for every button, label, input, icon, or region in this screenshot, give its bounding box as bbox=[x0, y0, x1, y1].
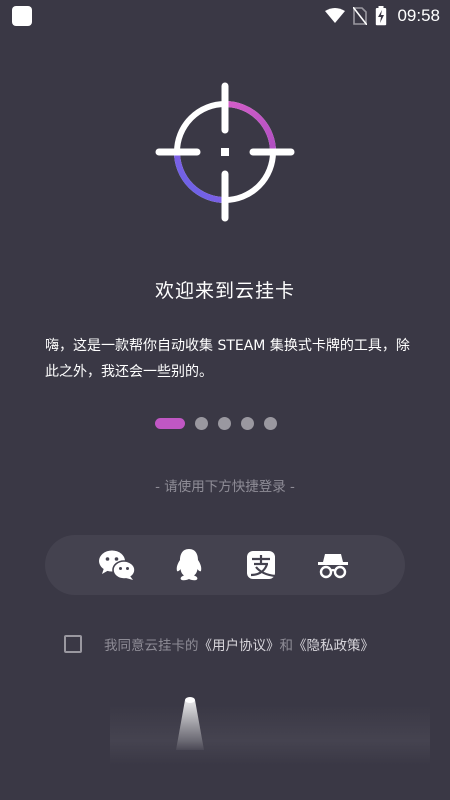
app-notification-icon bbox=[12, 6, 32, 26]
agreement-conjunction: 和 bbox=[279, 638, 294, 654]
status-bar: 09:58 bbox=[0, 0, 450, 32]
crosshair-logo-icon bbox=[155, 82, 295, 222]
qq-penguin-icon bbox=[176, 549, 202, 581]
wechat-icon bbox=[99, 550, 136, 580]
privacy-policy-link[interactable]: 《隐私政策》 bbox=[293, 638, 374, 654]
user-agreement-link[interactable]: 《用户协议》 bbox=[199, 638, 280, 654]
alipay-icon bbox=[247, 551, 276, 579]
agreement-checkbox[interactable] bbox=[64, 635, 82, 653]
status-time: 09:58 bbox=[397, 6, 440, 25]
welcome-title: 欢迎来到云挂卡 bbox=[154, 280, 295, 302]
carousel-dot[interactable] bbox=[241, 416, 254, 430]
carousel-dot[interactable] bbox=[264, 416, 277, 430]
no-sim-icon bbox=[353, 7, 368, 25]
incognito-icon bbox=[318, 554, 348, 579]
qq-login-button[interactable] bbox=[167, 543, 211, 587]
light-beam-decoration bbox=[176, 697, 204, 750]
carousel-dot[interactable] bbox=[218, 416, 231, 430]
login-hint: - 请使用下方快捷登录 - bbox=[155, 479, 295, 495]
light-glow-decoration bbox=[110, 705, 430, 765]
carousel-dot-active[interactable] bbox=[155, 417, 185, 429]
carousel-indicator bbox=[155, 416, 277, 430]
alipay-login-button[interactable] bbox=[239, 543, 283, 587]
battery-charging-icon bbox=[376, 6, 387, 26]
quick-login-bar bbox=[45, 535, 405, 595]
status-icons: 09:58 bbox=[325, 5, 440, 27]
agreement-row: 我同意云挂卡的《用户协议》和《隐私政策》 bbox=[64, 634, 374, 654]
carousel-dot[interactable] bbox=[195, 416, 208, 430]
wechat-login-button[interactable] bbox=[95, 543, 139, 587]
wifi-icon bbox=[325, 8, 346, 23]
anonymous-login-button[interactable] bbox=[311, 543, 355, 587]
agreement-text: 我同意云挂卡的《用户协议》和《隐私政策》 bbox=[104, 634, 374, 654]
agreement-prefix: 我同意云挂卡的 bbox=[104, 638, 199, 654]
welcome-description: 嗨，这是一款帮你自动收集 STEAM 集换式卡牌的工具，除此之外，我还会一些别的… bbox=[45, 338, 410, 380]
